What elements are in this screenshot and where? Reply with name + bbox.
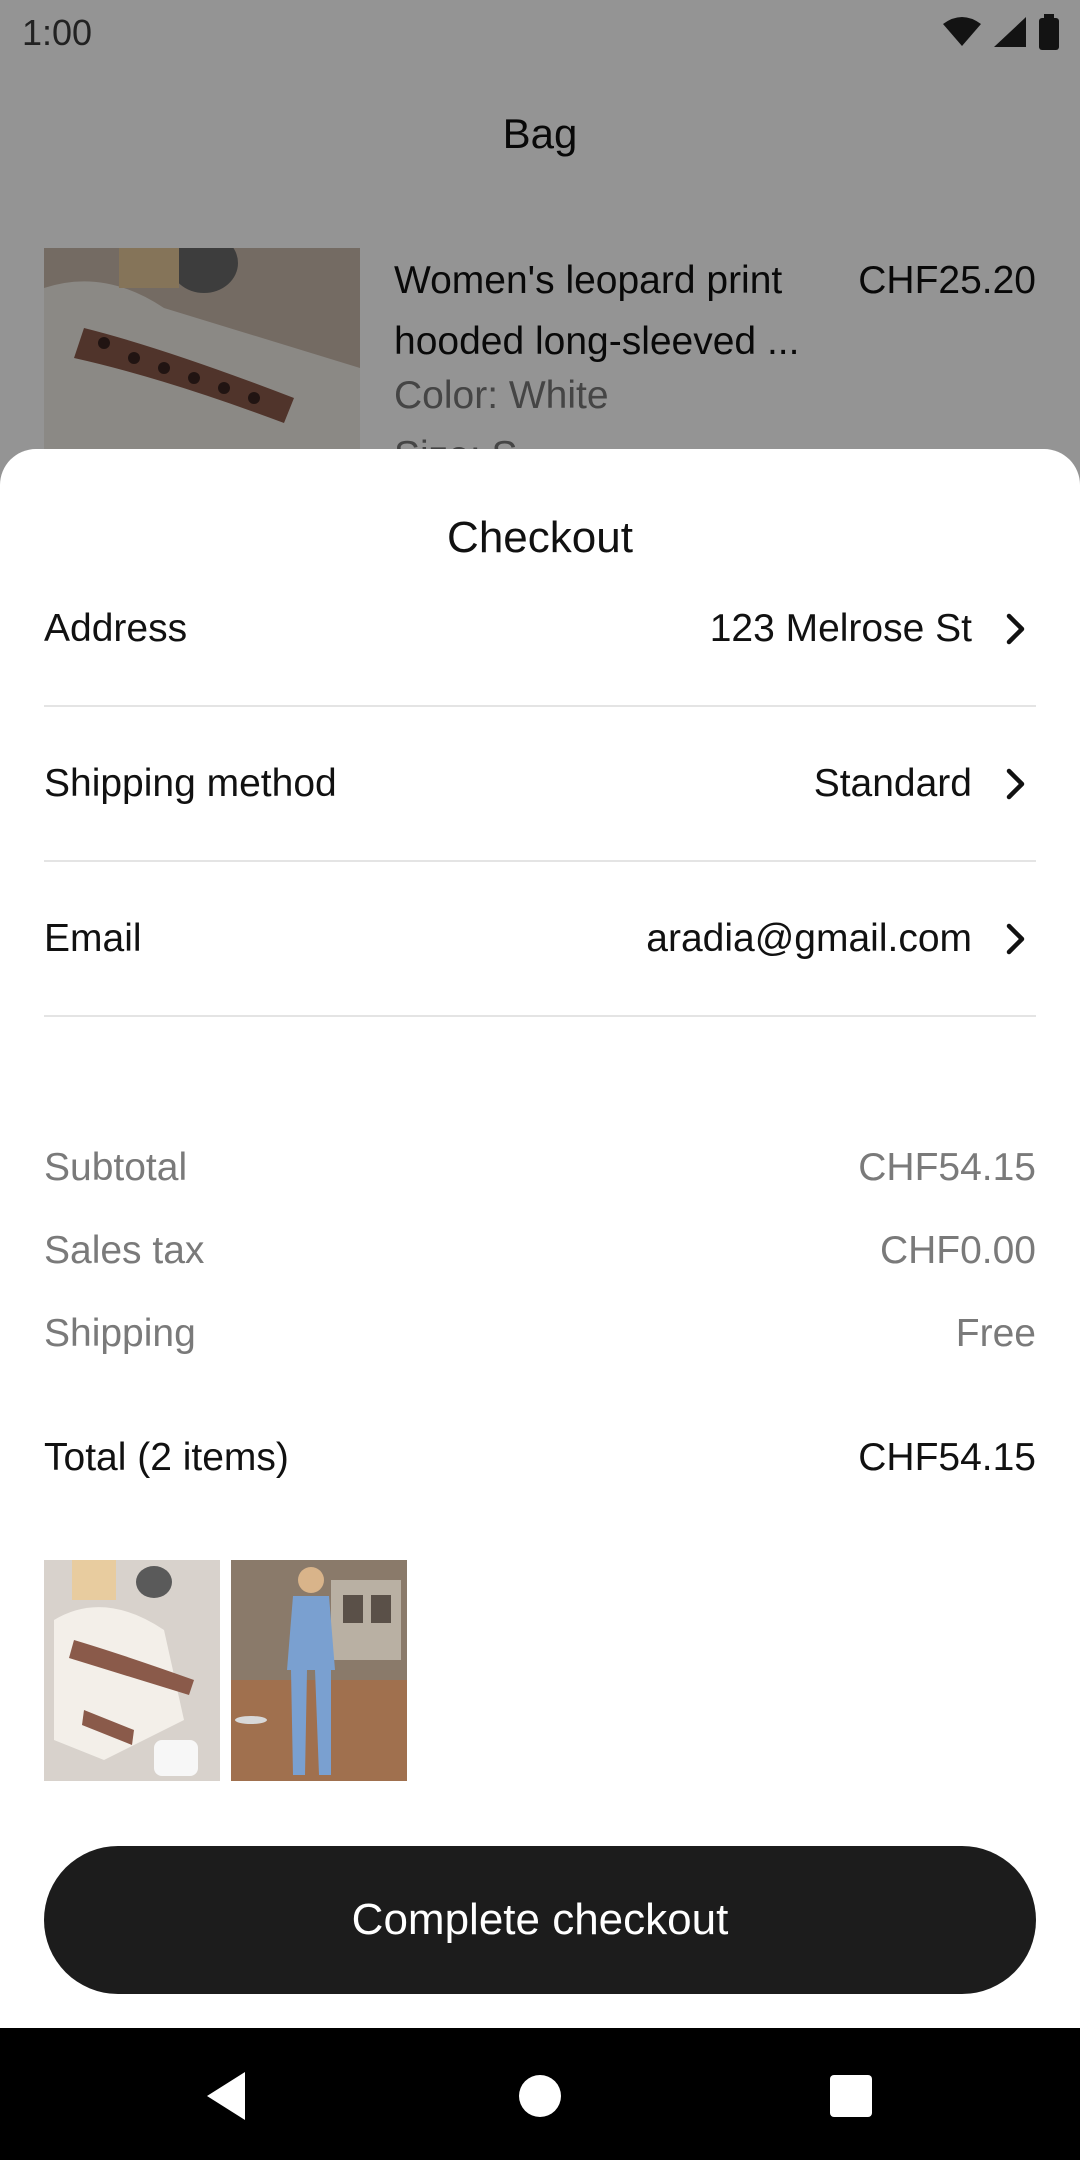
chevron-right-icon [996, 609, 1036, 649]
subtotal-row: Subtotal CHF54.15 [44, 1146, 1036, 1190]
shipping-label: Shipping [44, 1312, 196, 1355]
chevron-right-icon [996, 919, 1036, 959]
subtotal-label: Subtotal [44, 1146, 188, 1189]
address-row[interactable]: Address 123 Melrose St [44, 552, 1036, 707]
recents-icon[interactable] [823, 2068, 879, 2124]
product-photo-blue-suit [231, 1560, 407, 1781]
sales-tax-row: Sales tax CHF0.00 [44, 1229, 1036, 1273]
total-value: CHF54.15 [858, 1436, 1036, 1479]
home-icon[interactable] [512, 2068, 568, 2124]
subtotal-value: CHF54.15 [858, 1146, 1036, 1189]
address-label: Address [44, 606, 188, 650]
order-item-thumbnail [44, 1560, 220, 1781]
total-label: Total (2 items) [44, 1436, 289, 1479]
total-row: Total (2 items) CHF54.15 [44, 1436, 1036, 1480]
complete-checkout-button[interactable]: Complete checkout [44, 1846, 1036, 1994]
checkout-sheet: Checkout Address 123 Melrose St Shipping… [0, 449, 1080, 2028]
shipping-method-value: Standard [813, 761, 972, 805]
address-value: 123 Melrose St [709, 606, 972, 650]
order-item-thumbnail [231, 1560, 407, 1781]
email-label: Email [44, 916, 142, 960]
sales-tax-label: Sales tax [44, 1229, 205, 1272]
email-row[interactable]: Email aradia@gmail.com [44, 862, 1036, 1017]
system-nav-bar [0, 2028, 1080, 2160]
product-photo-leopard-hoodie [44, 1560, 220, 1781]
back-icon[interactable] [198, 2068, 254, 2124]
shipping-method-label: Shipping method [44, 761, 337, 805]
email-value: aradia@gmail.com [646, 916, 972, 960]
order-item-thumbnails [44, 1560, 407, 1781]
sales-tax-value: CHF0.00 [879, 1229, 1036, 1272]
shipping-method-row[interactable]: Shipping method Standard [44, 707, 1036, 862]
shipping-row: Shipping Free [44, 1312, 1036, 1356]
screen: 1:00 Bag Women's leopard print hooded lo… [0, 0, 1080, 2160]
chevron-right-icon [996, 764, 1036, 804]
shipping-value: Free [955, 1312, 1036, 1355]
